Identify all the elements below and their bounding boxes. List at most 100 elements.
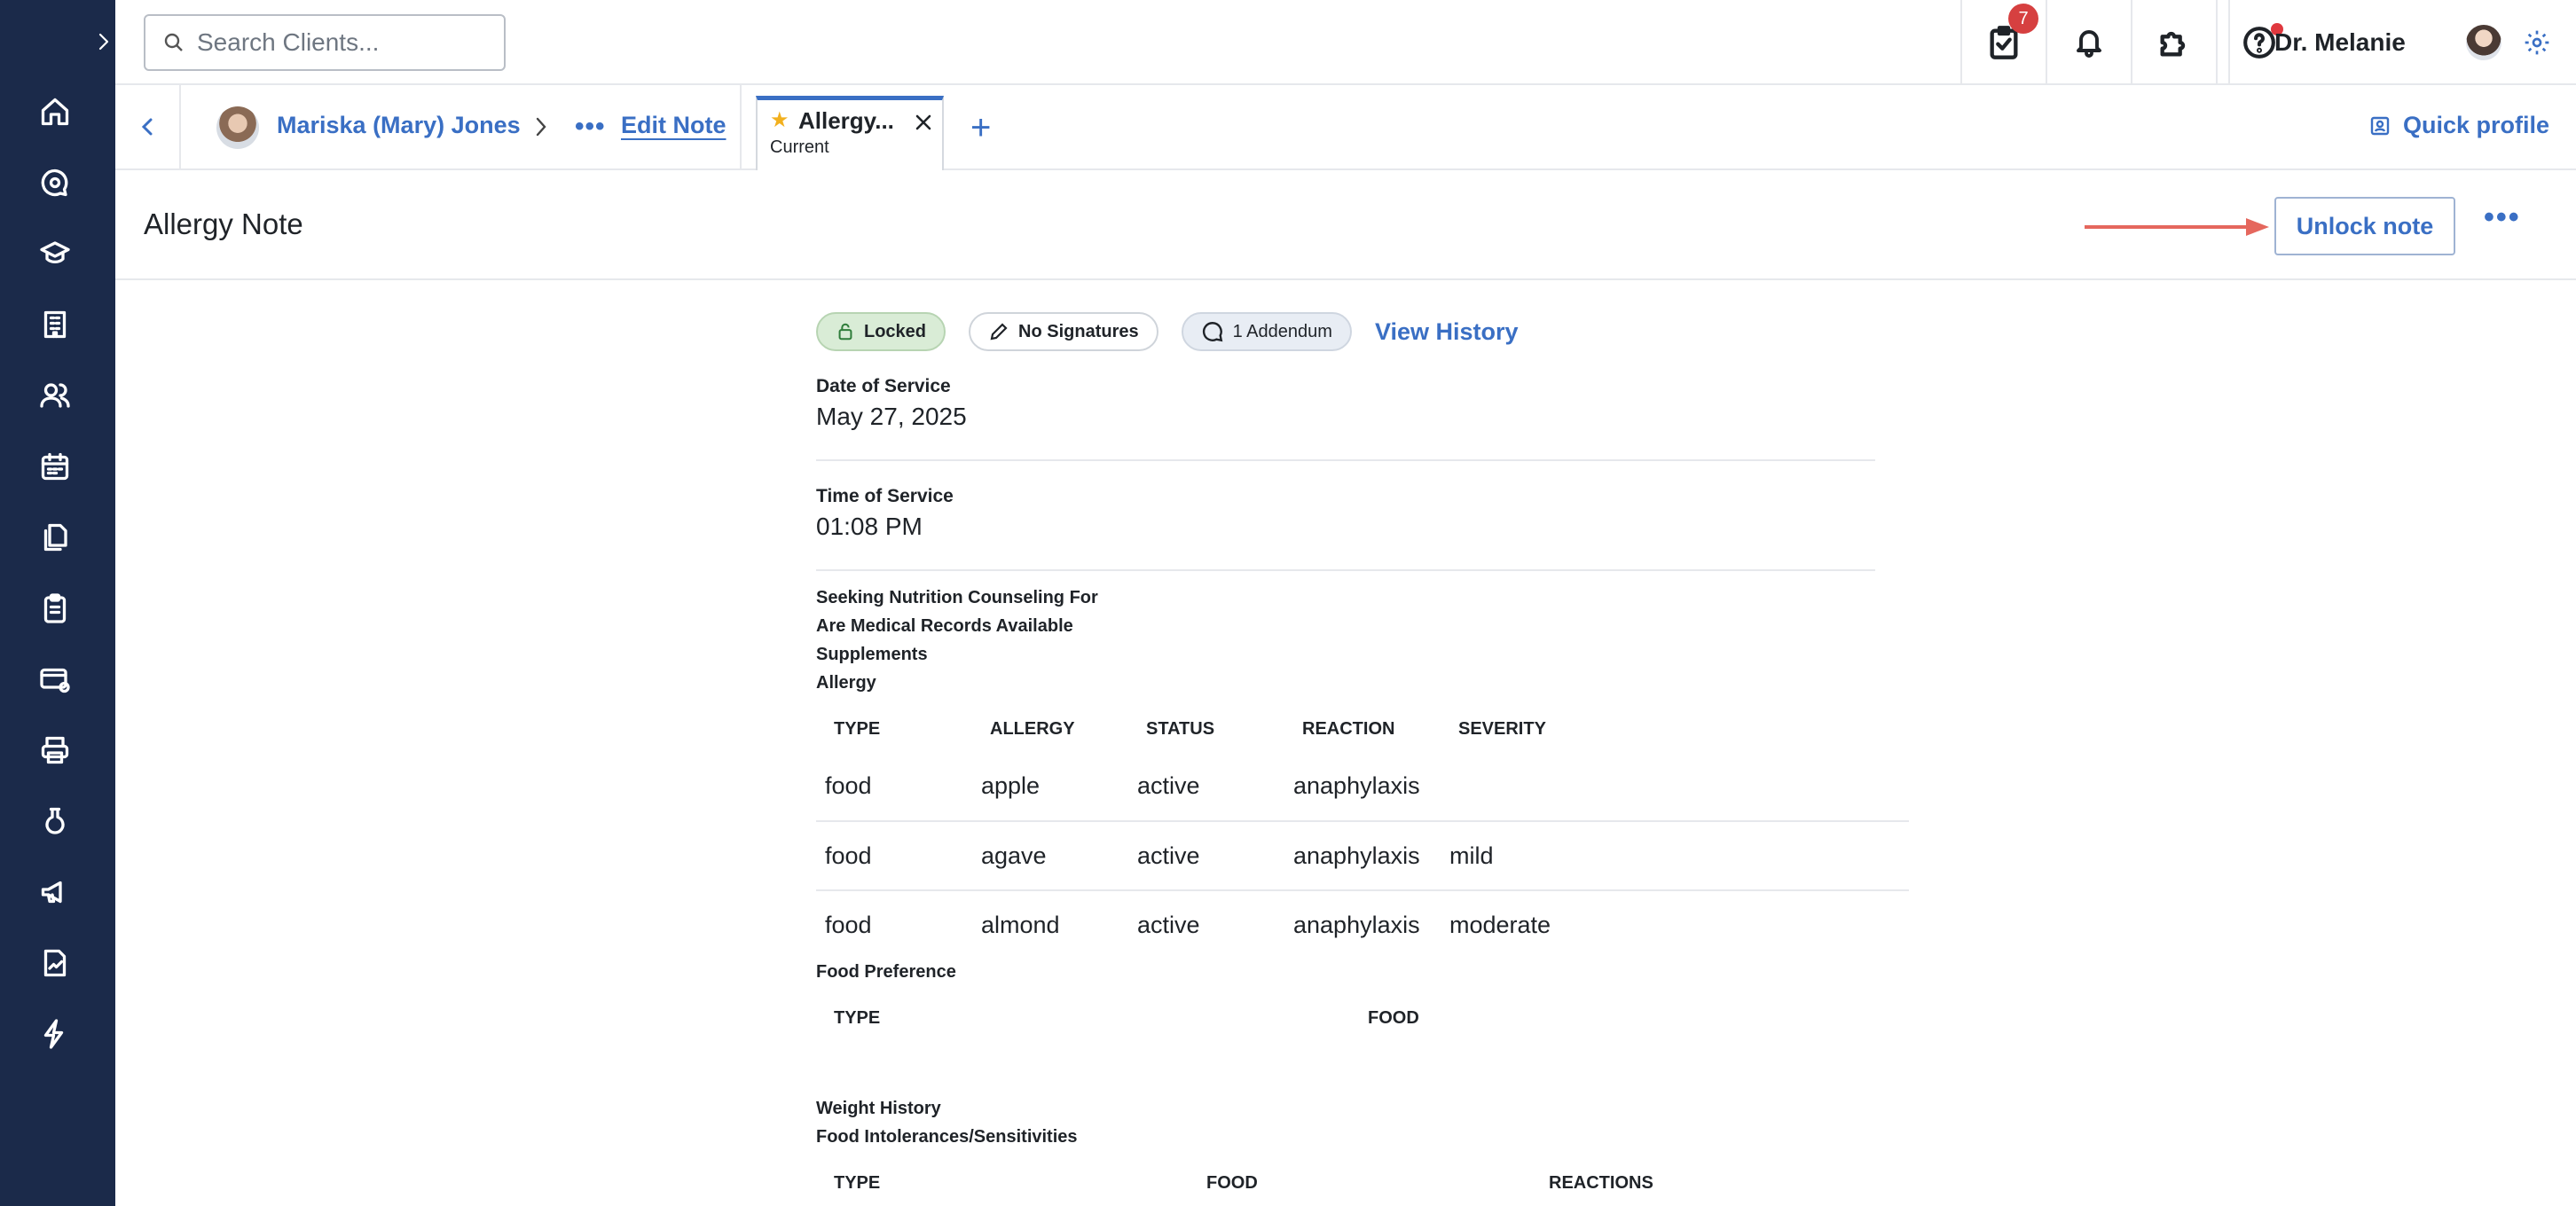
column-header: FOOD: [1206, 1172, 1258, 1193]
sidebar-expand-button[interactable]: [94, 27, 114, 57]
sidebar-item-marketing[interactable]: [34, 871, 76, 913]
sidebar-item-clients[interactable]: [34, 374, 76, 417]
table-header-row: TYPE FOOD: [816, 995, 1526, 1041]
sidebar-item-education[interactable]: [34, 232, 76, 275]
cell-allergy: almond: [972, 889, 1128, 959]
column-header: TYPE: [834, 1007, 881, 1028]
top-bar: 7 Dr. Melanie: [115, 0, 2576, 85]
status-chips: Locked No Signatures 1 Addendum View His…: [816, 312, 1916, 351]
time-of-service-field: Time of Service 01:08 PM: [816, 486, 1875, 571]
sidebar: [0, 0, 115, 1206]
quick-profile-button[interactable]: Quick profile: [2369, 112, 2549, 139]
food-intolerances-table: TYPE FOOD REACTIONS: [816, 1160, 1792, 1206]
user-menu[interactable]: Dr. Melanie: [2228, 0, 2576, 85]
table-row: food apple active anaphylaxis: [816, 752, 1909, 821]
cell-reaction: anaphylaxis: [1284, 889, 1441, 959]
tab-subtitle: Current: [770, 137, 829, 157]
signatures-chip[interactable]: No Signatures: [969, 312, 1158, 351]
cell-severity: [1441, 752, 1909, 821]
cell-status: active: [1128, 889, 1284, 959]
profile-card-icon: [2370, 116, 2390, 135]
table-header-row: TYPE FOOD REACTIONS: [816, 1160, 1792, 1206]
cell-type: food: [816, 889, 972, 959]
food-preference-table: TYPE FOOD: [816, 995, 1526, 1041]
quick-profile-label: Quick profile: [2402, 112, 2549, 138]
unlock-note-button[interactable]: Unlock note: [2274, 197, 2455, 255]
question-nutrition-counseling: Seeking Nutrition Counseling For: [816, 588, 1098, 607]
tasks-badge: 7: [2008, 4, 2038, 34]
sidebar-item-automations[interactable]: [34, 1013, 76, 1055]
chat-search-icon: [41, 168, 68, 197]
graduation-cap-icon: [40, 241, 70, 264]
client-avatar: [216, 106, 259, 149]
sidebar-item-documents[interactable]: [34, 516, 76, 559]
column-header: TYPE: [834, 1172, 881, 1193]
column-header: SEVERITY: [1458, 718, 1546, 739]
cell-type: food: [825, 772, 872, 799]
home-icon: [41, 98, 69, 126]
time-value: 01:08 PM: [816, 513, 923, 540]
time-label: Time of Service: [816, 486, 954, 506]
page-title: Allergy Note: [144, 208, 303, 240]
table-header-row: TYPE ALLERGY STATUS REACTION SEVERITY: [816, 706, 1909, 752]
note-header: Allergy Note Unlock note •••: [115, 170, 2576, 280]
sidebar-item-print[interactable]: [34, 729, 76, 771]
sidebar-item-labs[interactable]: [34, 800, 76, 842]
cell-allergy: apple: [981, 772, 1041, 799]
sidebar-item-home[interactable]: [34, 90, 76, 133]
allergy-table: TYPE ALLERGY STATUS REACTION SEVERITY fo…: [816, 706, 1909, 959]
calendar-icon: [41, 452, 69, 481]
more-options-button[interactable]: •••: [2484, 200, 2521, 235]
tab-divider: [740, 85, 742, 168]
addendum-chip[interactable]: 1 Addendum: [1181, 312, 1352, 351]
puzzle-icon: [2160, 31, 2186, 57]
column-header: STATUS: [1146, 718, 1215, 739]
cell-allergy: agave: [972, 820, 1128, 890]
sidebar-item-building[interactable]: [34, 303, 76, 346]
notifications-button[interactable]: [2046, 0, 2131, 85]
table-row: food almond active anaphylaxis moderate: [816, 889, 1909, 959]
close-icon[interactable]: [914, 113, 933, 132]
section-food-preference: Food Preference: [816, 962, 956, 982]
client-search[interactable]: [144, 14, 506, 71]
tasks-button[interactable]: 7: [1960, 0, 2046, 85]
locked-label: Locked: [864, 321, 927, 341]
gear-icon[interactable]: [2523, 28, 2551, 57]
search-icon: [164, 33, 183, 51]
star-icon: ★: [770, 108, 789, 132]
sidebar-item-calendar[interactable]: [34, 445, 76, 488]
search-input[interactable]: [197, 28, 490, 57]
view-history-link[interactable]: View History: [1375, 318, 1519, 346]
integrations-button[interactable]: [2131, 0, 2216, 85]
back-button[interactable]: [115, 85, 181, 168]
report-icon: [43, 949, 67, 977]
client-name-link[interactable]: Mariska (Mary) Jones: [277, 112, 521, 139]
tab-bar: Mariska (Mary) Jones ••• Edit Note ★ All…: [115, 85, 2576, 170]
date-value: May 27, 2025: [816, 403, 967, 430]
column-header: REACTIONS: [1549, 1172, 1653, 1193]
date-of-service-field: Date of Service May 27, 2025: [816, 376, 1875, 461]
sidebar-item-search-messages[interactable]: [34, 161, 76, 204]
annotation-arrow: [2085, 218, 2269, 236]
sidebar-item-reports[interactable]: [34, 942, 76, 984]
clipboard-icon: [43, 593, 67, 623]
add-tab-button[interactable]: +: [970, 108, 991, 148]
chevron-right-icon: [98, 33, 109, 51]
cell-status: active: [1128, 820, 1284, 890]
tab-edit-note[interactable]: Edit Note: [621, 112, 726, 139]
tab-allergy-note[interactable]: ★ Allergy... Current: [756, 96, 944, 170]
sidebar-item-notes[interactable]: [34, 587, 76, 630]
more-tabs-button[interactable]: •••: [575, 112, 606, 142]
comment-icon: [1202, 322, 1222, 342]
flask-icon: [45, 807, 65, 834]
question-list: Seeking Nutrition Counseling For Are Med…: [816, 583, 1916, 697]
avatar[interactable]: [2466, 25, 2501, 60]
megaphone-icon: [41, 881, 62, 904]
column-header: TYPE: [834, 718, 881, 739]
sidebar-item-billing[interactable]: [34, 658, 76, 701]
no-signatures-label: No Signatures: [1018, 321, 1139, 341]
status-badge-locked: Locked: [816, 312, 946, 351]
pencil-icon: [990, 323, 1008, 341]
addendum-label: 1 Addendum: [1232, 321, 1332, 341]
chevron-right-icon: [536, 117, 546, 137]
